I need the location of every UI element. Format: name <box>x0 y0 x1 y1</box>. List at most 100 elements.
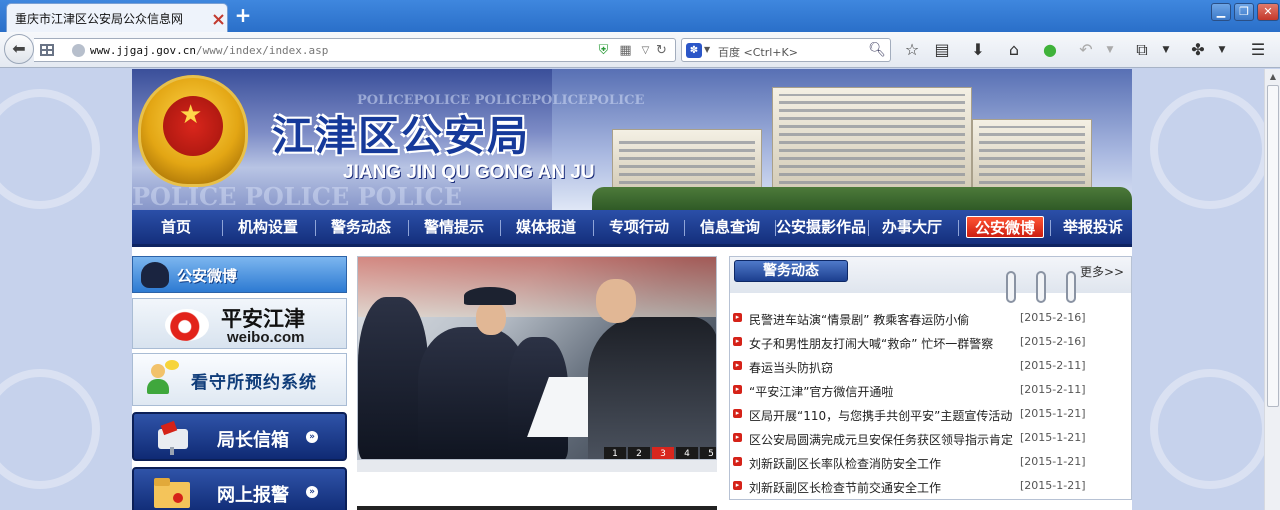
nav-item-info-query[interactable]: 信息查询 <box>685 210 775 244</box>
scrollbar-thumb[interactable] <box>1267 85 1279 407</box>
person-icon <box>147 364 169 394</box>
go-arrow-icon: » <box>306 486 318 498</box>
close-icon[interactable] <box>213 14 224 25</box>
police-cap-icon <box>141 262 169 288</box>
qrcode-icon[interactable]: ▦ <box>618 43 633 58</box>
address-bar[interactable]: www.jjgaj.gov.cn/www/index/index.asp ⛨ ▦… <box>34 38 676 62</box>
director-mailbox-button[interactable]: 局长信箱 » <box>132 412 347 461</box>
site-identity-icon[interactable] <box>72 44 85 57</box>
building-image <box>972 119 1092 191</box>
tab-title: 重庆市江津区公安局公众信息网 <box>15 12 184 26</box>
news-item[interactable]: ▸ 区局开展“110，与您携手共创平安”主题宣传活动 [2015-1-21] <box>730 402 1131 426</box>
nav-item-photography[interactable]: 公安摄影作品 <box>774 210 868 244</box>
news-item[interactable]: ▸ 区公安局圆满完成元旦安保任务获区领导指示肯定 [2015-1-21] <box>730 426 1131 450</box>
background-emblem <box>1150 369 1264 489</box>
crop-dropdown-icon[interactable]: ▼ <box>1156 40 1176 60</box>
speech-bubble-icon <box>165 360 179 370</box>
background-emblem <box>1150 89 1264 209</box>
building-image <box>772 87 972 191</box>
news-slideshow[interactable]: 1 2 3 4 5 <box>357 256 717 460</box>
page-viewport: POLICEPOLICE POLICEPOLICEPOLICE POLICE P… <box>0 69 1264 510</box>
content-divider <box>357 506 717 510</box>
slide-page-5[interactable]: 5 <box>700 447 716 459</box>
shield-icon[interactable]: ⛨ <box>596 43 611 58</box>
news-item[interactable]: ▸ 女子和男性朋友打闹大喊“救命” 忙坏一群警察 [2015-2-16] <box>730 330 1131 354</box>
browser-navbar: ⬅ www.jjgaj.gov.cn/www/index/index.asp ⛨… <box>0 32 1280 68</box>
nav-item-media[interactable]: 媒体报道 <box>501 210 591 244</box>
search-icon[interactable]: 🔍︎ <box>868 42 886 58</box>
slide-page-3[interactable]: 3 <box>652 447 674 459</box>
nav-item-report[interactable]: 举报投诉 <box>1054 210 1132 244</box>
dropdown-arrow-icon[interactable]: ▽ <box>638 43 653 58</box>
news-item[interactable]: ▸ 刘新跃副区长检查节前交通安全工作 [2015-1-21] <box>730 474 1131 498</box>
news-heading[interactable]: 警务动态 <box>734 260 848 282</box>
photo-figure <box>588 317 716 459</box>
undo-dropdown-icon[interactable]: ▼ <box>1100 40 1120 60</box>
back-arrow-icon: ⬅ <box>12 39 26 58</box>
news-panel-header: 警务动态 更多>> <box>730 257 1131 303</box>
arrow-bullet-icon: ▸ <box>733 457 742 466</box>
url-text[interactable]: www.jjgaj.gov.cn/www/index/index.asp <box>90 44 328 57</box>
back-button[interactable]: ⬅ <box>4 34 34 64</box>
photo-figure <box>596 279 636 323</box>
nav-item-police-news[interactable]: 警务动态 <box>316 210 406 244</box>
arrow-bullet-icon: ▸ <box>733 313 742 322</box>
background-emblem <box>0 369 100 489</box>
news-list: ▸ 民警进车站演“情景剧” 教乘客春运防小偷 [2015-2-16] ▸ 女子和男性朋… <box>730 306 1131 498</box>
new-tab-button[interactable]: + <box>232 4 254 26</box>
search-bar[interactable]: ✽ ▼ 百度 <Ctrl+K> 🔍︎ <box>681 38 891 62</box>
weibo-domain: weibo.com <box>227 329 305 346</box>
wechat-icon[interactable]: ● <box>1040 40 1060 60</box>
mailbox-icon <box>158 420 188 455</box>
online-report-button[interactable]: 网上报警 » <box>132 467 347 510</box>
slideshow-pager: 1 2 3 4 5 <box>602 447 716 459</box>
weibo-link[interactable]: 平安江津 weibo.com <box>132 298 347 349</box>
slide-page-4[interactable]: 4 <box>676 447 698 459</box>
site-subtitle: JIANG JIN QU GONG AN JU <box>343 162 595 183</box>
bookmarks-grid-icon[interactable] <box>40 44 54 56</box>
site-container: POLICEPOLICE POLICEPOLICEPOLICE POLICE P… <box>132 69 1132 510</box>
news-item[interactable]: ▸ 刘新跃副区长率队检查消防安全工作 [2015-1-21] <box>730 450 1131 474</box>
nav-item-home[interactable]: 首页 <box>132 210 220 244</box>
maximize-button[interactable]: ❐ <box>1234 3 1254 21</box>
slide-page-1[interactable]: 1 <box>604 447 626 459</box>
minimize-button[interactable]: ▁ <box>1211 3 1231 21</box>
vertical-scrollbar[interactable]: ▲ <box>1264 69 1280 510</box>
scroll-up-icon[interactable]: ▲ <box>1265 69 1280 85</box>
undo-icon[interactable]: ↶ <box>1076 40 1096 60</box>
search-placeholder: 百度 <Ctrl+K> <box>718 46 798 59</box>
news-item[interactable]: ▸ 春运当头防扒窃 [2015-2-11] <box>730 354 1131 378</box>
nav-item-service-hall[interactable]: 办事大厅 <box>869 210 955 244</box>
news-item[interactable]: ▸ 民警进车站演“情景剧” 教乘客春运防小偷 [2015-2-16] <box>730 306 1131 330</box>
background-emblem <box>0 89 100 209</box>
news-item[interactable]: ▸ “平安江津”官方微信开通啦 [2015-2-11] <box>730 378 1131 402</box>
nav-item-alerts[interactable]: 警情提示 <box>409 210 499 244</box>
arrow-bullet-icon: ▸ <box>733 433 742 442</box>
star-bookmark-icon[interactable]: ☆ <box>902 40 922 60</box>
baidu-paw-icon[interactable]: ✽ <box>686 43 702 58</box>
browser-tab[interactable]: 重庆市江津区公安局公众信息网 <box>6 3 228 32</box>
weibo-logo-icon <box>165 309 209 341</box>
arrow-bullet-icon: ▸ <box>733 409 742 418</box>
arrow-bullet-icon: ▸ <box>733 337 742 346</box>
extension-dropdown-icon[interactable]: ▼ <box>1212 40 1232 60</box>
extension-icon[interactable]: ✤ <box>1188 40 1208 60</box>
reload-icon[interactable]: ↻ <box>654 43 669 58</box>
detention-booking-link[interactable]: 看守所预约系统 <box>132 353 347 406</box>
reading-list-icon[interactable]: ▤ <box>932 40 952 60</box>
police-news-panel: 警务动态 更多>> ▸ 民警进车站演“情景剧” 教乘客春运防小偷 [2015-2-1… <box>729 256 1132 500</box>
slide-page-2[interactable]: 2 <box>628 447 650 459</box>
slideshow-caption-bar <box>357 460 717 472</box>
crop-screenshot-icon[interactable]: ⧉ <box>1132 40 1152 60</box>
window-close-button[interactable]: ✕ <box>1257 3 1279 21</box>
site-banner: POLICEPOLICE POLICEPOLICEPOLICE POLICE P… <box>132 69 1132 210</box>
home-icon[interactable]: ⌂ <box>1004 40 1024 60</box>
menu-icon[interactable]: ☰ <box>1248 40 1268 60</box>
nav-item-weibo[interactable]: 公安微博 <box>966 216 1044 238</box>
nav-item-special-actions[interactable]: 专项行动 <box>594 210 684 244</box>
engine-dropdown-icon[interactable]: ▼ <box>704 45 710 54</box>
more-link[interactable]: 更多>> <box>1080 263 1124 280</box>
nav-item-organization[interactable]: 机构设置 <box>223 210 313 244</box>
binder-ring-icon <box>1006 271 1016 303</box>
download-icon[interactable]: ⬇ <box>968 40 988 60</box>
